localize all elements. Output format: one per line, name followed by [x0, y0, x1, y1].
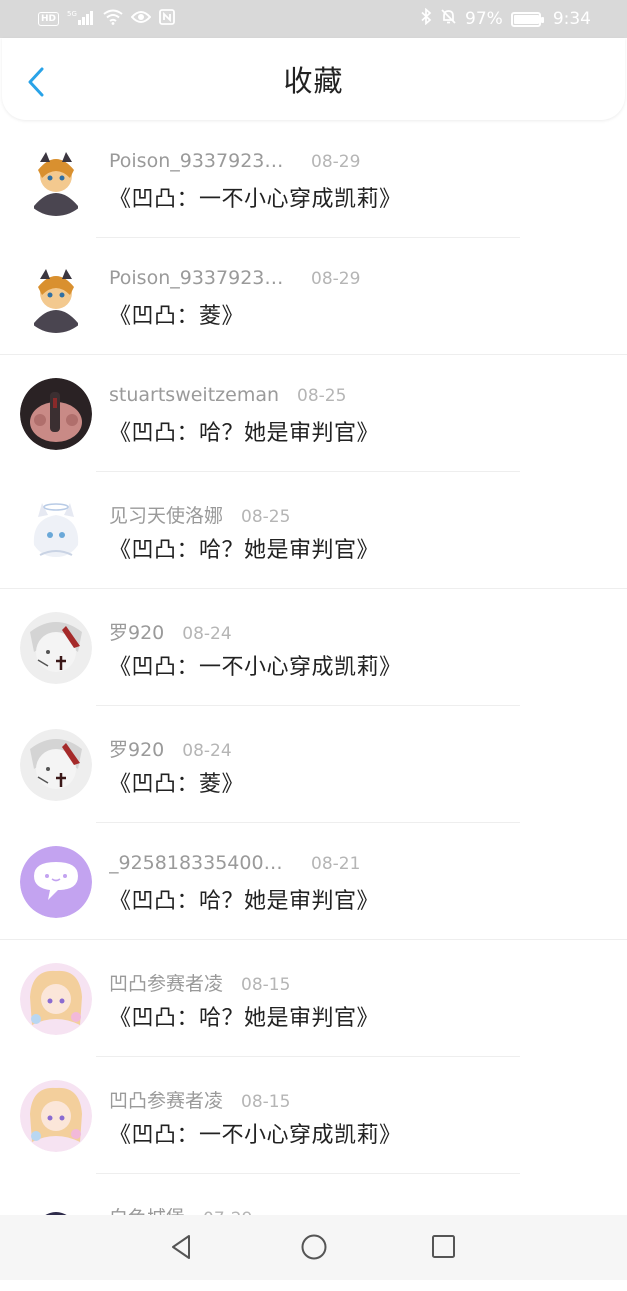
user-name[interactable]: stuartsweitzeman	[109, 384, 279, 406]
item-meta: 罗920 08-24	[109, 618, 232, 645]
clock: 9:34	[552, 9, 591, 29]
back-button[interactable]	[24, 66, 48, 98]
avatar[interactable]	[20, 378, 92, 450]
item-meta: 罗920 08-24	[109, 735, 232, 762]
avatar[interactable]	[20, 1080, 92, 1152]
battery-fill	[513, 14, 539, 24]
work-title[interactable]: 《凹凸：一不小心穿成凯莉》	[109, 649, 402, 681]
page-title: 收藏	[283, 64, 344, 98]
list-item[interactable]: 罗920 08-24 《凹凸：一不小心穿成凯莉》	[0, 589, 627, 706]
item-date: 08-15	[241, 975, 291, 995]
battery-percent: 97%	[465, 9, 503, 29]
list-item[interactable]: 见习天使洛娜 08-25 《凹凸：哈？她是审判官》	[0, 472, 627, 589]
mute-bell-icon	[440, 8, 457, 30]
favorites-list: Poison_93379236… 08-29 《凹凸：一不小心穿成凯莉》 Poi…	[0, 121, 627, 1291]
svg-text:5G: 5G	[67, 10, 77, 18]
work-title[interactable]: 《凹凸：哈？她是审判官》	[109, 883, 379, 915]
user-name[interactable]: Poison_93379236…	[109, 267, 293, 289]
work-title[interactable]: 《凹凸：哈？她是审判官》	[109, 532, 379, 564]
user-name[interactable]: _9258183354004…	[109, 852, 293, 874]
recents-square-icon[interactable]	[429, 1232, 459, 1262]
avatar[interactable]	[20, 963, 92, 1035]
hd-badge: HD	[38, 12, 60, 26]
user-name[interactable]: 罗920	[109, 618, 164, 645]
bluetooth-icon	[420, 7, 432, 30]
item-date: 08-21	[311, 854, 361, 874]
item-meta: stuartsweitzeman 08-25	[109, 384, 346, 406]
work-title[interactable]: 《凹凸：一不小心穿成凯莉》	[109, 1117, 402, 1149]
chevron-left-icon	[28, 67, 44, 97]
work-title[interactable]: 《凹凸：菱》	[109, 298, 244, 330]
item-meta: _9258183354004… 08-21	[109, 852, 360, 874]
list-item[interactable]: 凹凸参赛者凌 08-15 《凹凸：哈？她是审判官》	[0, 940, 627, 1057]
wifi-icon	[103, 9, 123, 30]
status-bar-right: 97% 9:34	[420, 7, 591, 30]
status-bar: HD 5G 97% 9:34	[0, 0, 627, 38]
work-title[interactable]: 《凹凸：哈？她是审判官》	[109, 1000, 379, 1032]
status-bar-left: HD 5G	[38, 8, 175, 30]
avatar[interactable]	[20, 144, 92, 216]
list-item[interactable]: 凹凸参赛者凌 08-15 《凹凸：一不小心穿成凯莉》	[0, 1057, 627, 1174]
avatar[interactable]	[20, 846, 92, 918]
user-name[interactable]: Poison_93379236…	[109, 150, 293, 172]
user-name[interactable]: 凹凸参赛者凌	[109, 1086, 223, 1113]
list-item[interactable]: Poison_93379236… 08-29 《凹凸：一不小心穿成凯莉》	[0, 121, 627, 238]
item-meta: 凹凸参赛者凌 08-15	[109, 1086, 290, 1113]
list-item[interactable]: 罗920 08-24 《凹凸：菱》	[0, 706, 627, 823]
home-circle-icon[interactable]	[299, 1232, 329, 1262]
list-item[interactable]: _9258183354004… 08-21 《凹凸：哈？她是审判官》	[0, 823, 627, 940]
battery-icon	[510, 11, 544, 27]
item-date: 08-24	[182, 741, 232, 761]
work-title[interactable]: 《凹凸：菱》	[109, 766, 244, 798]
signal-icon: 5G	[67, 9, 95, 30]
item-meta: Poison_93379236… 08-29	[109, 150, 360, 172]
avatar[interactable]	[20, 261, 92, 333]
list-item[interactable]: stuartsweitzeman 08-25 《凹凸：哈？她是审判官》	[0, 355, 627, 472]
item-date: 08-24	[182, 624, 232, 644]
work-title[interactable]: 《凹凸：哈？她是审判官》	[109, 415, 379, 447]
work-title[interactable]: 《凹凸：一不小心穿成凯莉》	[109, 181, 402, 213]
item-meta: Poison_93379236… 08-29	[109, 267, 360, 289]
avatar[interactable]	[20, 495, 92, 567]
item-date: 08-15	[241, 1092, 291, 1112]
item-date: 08-29	[311, 269, 361, 289]
item-date: 08-29	[311, 152, 361, 172]
avatar[interactable]	[20, 729, 92, 801]
nfc-icon	[159, 8, 175, 30]
user-name[interactable]: 罗920	[109, 735, 164, 762]
avatar[interactable]	[20, 612, 92, 684]
system-nav-bar	[0, 1215, 627, 1280]
user-name[interactable]: 凹凸参赛者凌	[109, 969, 223, 996]
item-meta: 凹凸参赛者凌 08-15	[109, 969, 290, 996]
item-date: 08-25	[297, 386, 347, 406]
list-item[interactable]: Poison_93379236… 08-29 《凹凸：菱》	[0, 238, 627, 355]
user-name[interactable]: 见习天使洛娜	[109, 501, 223, 528]
item-date: 08-25	[241, 507, 291, 527]
back-triangle-icon[interactable]	[167, 1232, 197, 1262]
eye-icon	[130, 9, 152, 29]
app-header: 收藏	[2, 38, 625, 120]
item-meta: 见习天使洛娜 08-25	[109, 501, 290, 528]
